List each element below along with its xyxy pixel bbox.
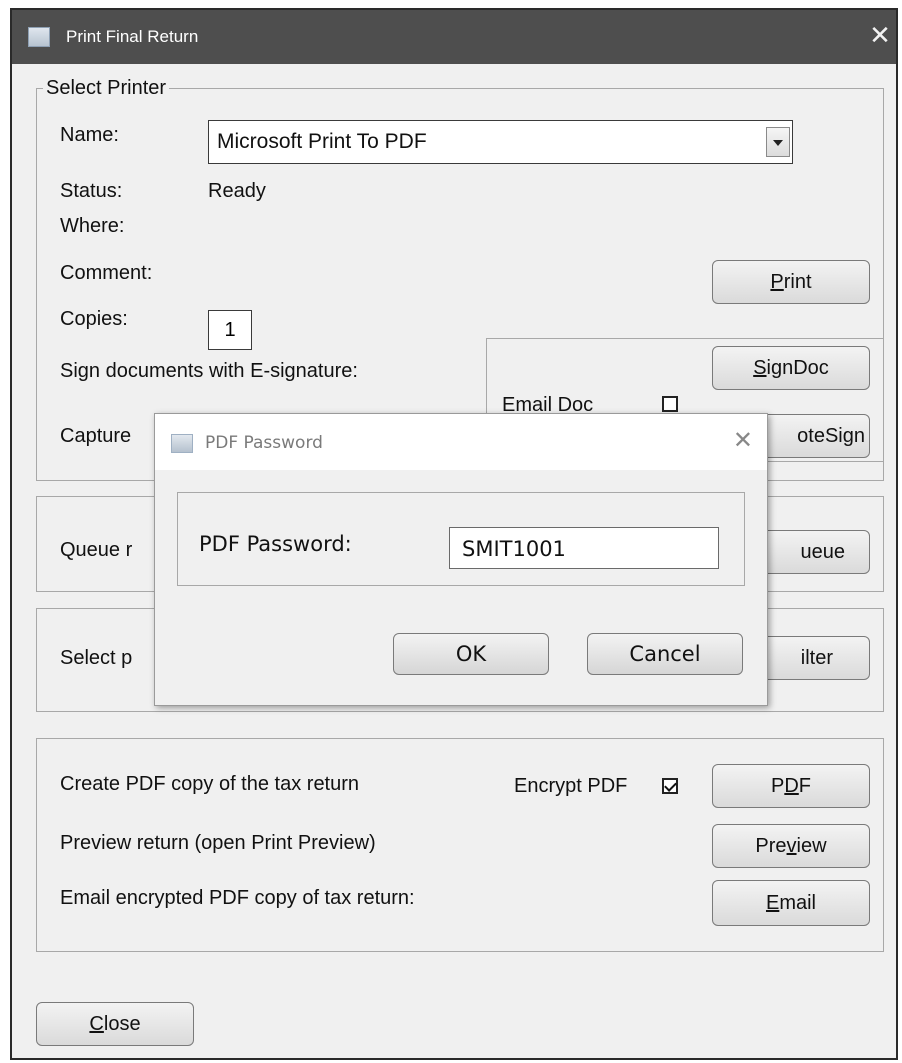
print-button[interactable]: Print	[712, 260, 870, 304]
pdf-button[interactable]: PDF	[712, 764, 870, 808]
preview-button-label-pre: Pre	[755, 835, 787, 857]
pdf-password-dialog: PDF Password ✕ PDF Password: SMIT1001 OK…	[154, 413, 768, 706]
email-button-accel: E	[765, 892, 780, 914]
status-label: Status:	[60, 180, 123, 202]
pdf-password-label: PDF Password:	[199, 532, 352, 556]
where-label: Where:	[60, 215, 125, 237]
close-button-label-post: lose	[103, 1013, 141, 1035]
filter-button-label: ilter	[800, 647, 833, 669]
comment-label: Comment:	[60, 262, 153, 284]
app-window-icon	[28, 27, 50, 47]
encrypt-pdf-checkbox[interactable]	[662, 778, 678, 794]
signdoc-button[interactable]: SignDoc	[712, 346, 870, 390]
pdf-button-accel: D	[784, 775, 799, 797]
email-button-label-post: mail	[779, 892, 816, 914]
window-title: Print Final Return	[66, 27, 199, 46]
create-pdf-label: Create PDF copy of the tax return	[60, 773, 360, 795]
print-button-label-post: rint	[783, 271, 812, 293]
ok-button[interactable]: OK	[393, 633, 549, 675]
queue-button-label: ueue	[800, 541, 846, 563]
print-button-accel: P	[770, 271, 784, 293]
pdf-button-label-post: F	[798, 775, 811, 797]
pdf-password-input[interactable]: SMIT1001	[449, 527, 719, 569]
title-bar: Print Final Return ✕	[12, 10, 896, 64]
encrypt-pdf-label: Encrypt PDF	[514, 775, 628, 797]
signdoc-button-accel: S	[753, 357, 767, 379]
email-encrypted-label: Email encrypted PDF copy of tax return:	[60, 887, 415, 909]
capture-label: Capture	[60, 425, 132, 447]
dialog-window-icon	[171, 434, 193, 453]
email-button[interactable]: Email	[712, 880, 870, 926]
dialog-title-bar: PDF Password ✕	[155, 414, 767, 470]
close-icon[interactable]: ✕	[868, 22, 892, 48]
dialog-title: PDF Password	[205, 433, 323, 453]
email-doc-checkbox[interactable]	[662, 396, 678, 412]
preview-button[interactable]: Preview	[712, 824, 870, 868]
printer-name-select[interactable]: Microsoft Print To PDF	[208, 120, 793, 164]
close-button[interactable]: Close	[36, 1002, 194, 1046]
preview-return-label: Preview return (open Print Preview)	[60, 832, 376, 854]
copies-input[interactable]: 1	[208, 310, 252, 350]
select-printer-legend: Select Printer	[43, 77, 170, 100]
signdoc-button-label-post: ignDoc	[766, 357, 829, 379]
name-label: Name:	[60, 124, 119, 146]
close-button-accel: C	[89, 1013, 104, 1035]
printer-name-value: Microsoft Print To PDF	[217, 130, 427, 153]
pdf-button-label-pre: P	[770, 775, 785, 797]
chevron-down-icon[interactable]	[766, 127, 790, 157]
preview-button-label-post: iew	[796, 835, 827, 857]
status-value: Ready	[208, 180, 266, 202]
select-label: Select p	[60, 647, 133, 669]
queue-label: Queue r	[60, 539, 133, 561]
copies-label: Copies:	[60, 308, 128, 330]
sign-esignature-label: Sign documents with E-signature:	[60, 360, 358, 382]
remotesign-button-label: oteSign	[797, 425, 865, 447]
cancel-button[interactable]: Cancel	[587, 633, 743, 675]
preview-button-accel: v	[786, 835, 797, 857]
dialog-close-icon[interactable]: ✕	[733, 426, 753, 455]
